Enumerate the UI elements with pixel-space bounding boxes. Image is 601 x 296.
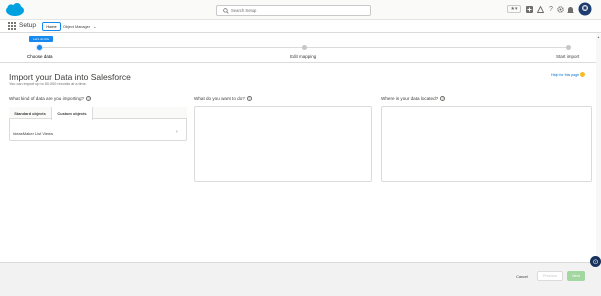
- list-item[interactable]: IdeasMaker List Views: [9, 128, 187, 138]
- info-icon[interactable]: ?: [246, 96, 252, 101]
- page-subtitle: You can import up to 50,000 records at a…: [9, 82, 87, 86]
- favorites-icon[interactable]: ★▾: [507, 5, 521, 13]
- trailhead-icon[interactable]: [536, 5, 544, 14]
- assistant-icon[interactable]: ⊙: [590, 256, 601, 267]
- tab-standard-objects[interactable]: Standard objects: [9, 107, 51, 119]
- gear-icon[interactable]: [556, 5, 564, 14]
- new-item-icon[interactable]: [525, 5, 533, 14]
- search-placeholder: Search Setup: [231, 8, 257, 13]
- chevron-down-icon: ⌄: [93, 25, 97, 29]
- tab-object-manager[interactable]: Object Manager ⌄: [63, 24, 96, 29]
- action-panel: [194, 106, 372, 182]
- next-button[interactable]: Next: [567, 271, 585, 281]
- step-dot-choose-data: [37, 45, 42, 50]
- previous-button[interactable]: Previous: [537, 271, 563, 281]
- question-data-type: What kind of data are you importing? ?: [9, 96, 92, 101]
- scroll-up-icon[interactable]: ▲: [597, 35, 600, 39]
- step-label-start-import: Start import: [556, 54, 580, 59]
- cancel-button[interactable]: Cancel: [513, 272, 531, 281]
- info-icon[interactable]: ?: [86, 96, 92, 101]
- step-dot-edit-mapping: [302, 45, 307, 50]
- wizard-footer: [0, 262, 601, 296]
- bell-icon[interactable]: [566, 5, 574, 14]
- step-label-choose-data: Choose data: [27, 54, 53, 59]
- help-icon[interactable]: ?: [547, 5, 555, 14]
- info-icon[interactable]: ?: [440, 96, 446, 101]
- app-name: Setup: [19, 22, 36, 29]
- tab-object-manager-label: Object Manager: [63, 25, 91, 29]
- step-badge: Let's do this: [29, 36, 53, 42]
- page-title: Import your Data into Salesforce: [9, 72, 131, 82]
- help-link-label: Help for this page: [551, 72, 580, 77]
- help-icon: [580, 72, 586, 77]
- question-action: What do you want to do? ?: [194, 96, 252, 101]
- question-location: Where is your data located? ?: [381, 96, 446, 101]
- scrollbar[interactable]: [596, 34, 601, 262]
- question-data-type-label: What kind of data are you importing?: [9, 96, 85, 101]
- question-location-label: Where is your data located?: [381, 96, 439, 101]
- avatar[interactable]: [578, 2, 592, 16]
- list-item-label: IdeasMaker List Views: [13, 130, 53, 136]
- search-icon: [223, 7, 229, 14]
- help-link[interactable]: Help for this page: [551, 72, 586, 77]
- search-input[interactable]: Search Setup: [216, 5, 371, 16]
- step-dot-start-import: [566, 45, 571, 50]
- app-launcher-icon[interactable]: [8, 22, 16, 30]
- location-panel: [381, 106, 592, 182]
- chevron-right-icon: ›: [176, 129, 178, 135]
- tab-custom-objects[interactable]: Custom objects: [51, 107, 93, 120]
- salesforce-logo[interactable]: [5, 3, 25, 17]
- question-action-label: What do you want to do?: [194, 96, 245, 101]
- tab-home[interactable]: Home: [42, 22, 61, 31]
- step-label-edit-mapping: Edit mapping: [290, 54, 317, 59]
